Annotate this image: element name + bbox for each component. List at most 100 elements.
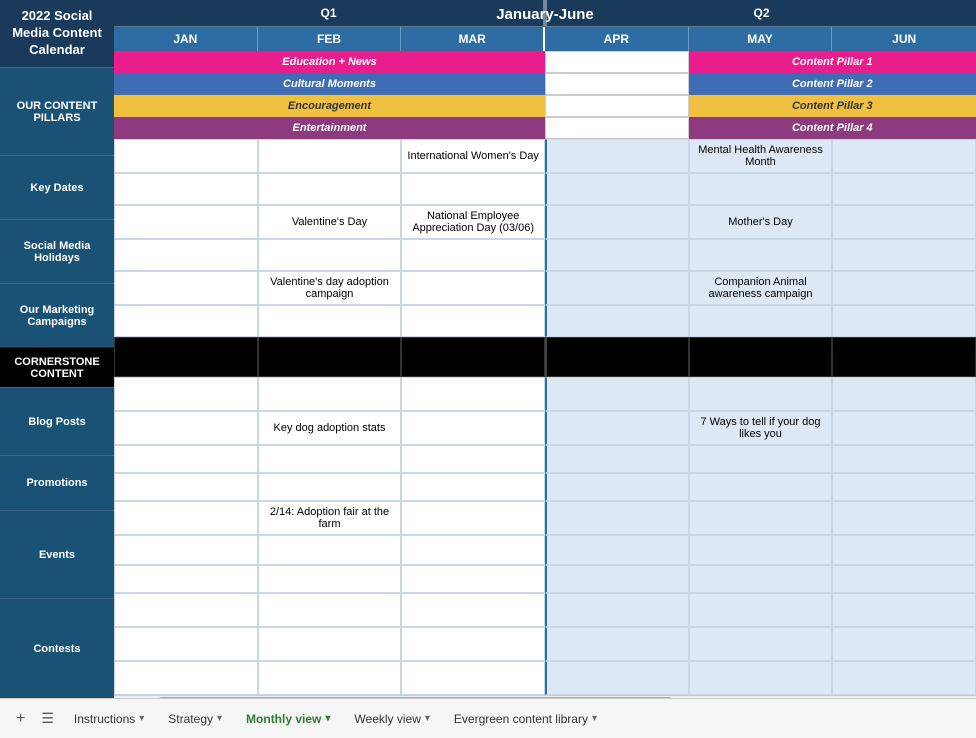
ct-jan-2 bbox=[114, 627, 258, 661]
blog-may-1 bbox=[689, 377, 833, 411]
ev-feb-3 bbox=[258, 565, 402, 593]
pillar-row-3: Encouragement Content Pillar 3 bbox=[114, 95, 976, 117]
app-container: 2022 Social Media Content Calendar OUR C… bbox=[0, 0, 976, 738]
ev-mar-3 bbox=[401, 565, 545, 593]
tab-instructions-chevron: ▾ bbox=[139, 713, 144, 724]
kd-may-2 bbox=[689, 173, 833, 205]
cs-feb bbox=[258, 337, 402, 377]
scrollbar-area[interactable] bbox=[114, 695, 976, 698]
tab-instructions[interactable]: Instructions ▾ bbox=[62, 706, 156, 732]
ev-mar-1 bbox=[401, 501, 545, 535]
kd-jun-2 bbox=[832, 173, 976, 205]
marketing-row-1: Valentine's day adoption campaign Compan… bbox=[114, 271, 976, 305]
kd-feb-1 bbox=[258, 139, 402, 173]
social-row-1: Valentine's Day National Employee Apprec… bbox=[114, 205, 976, 239]
ev-jan-2 bbox=[114, 535, 258, 565]
marketing-row-2 bbox=[114, 305, 976, 337]
sidebar-events-label: Events bbox=[0, 510, 114, 598]
ct-jan-1 bbox=[114, 593, 258, 627]
sh-jun-2 bbox=[832, 239, 976, 271]
ct-feb-3 bbox=[258, 661, 402, 695]
tab-monthly-view[interactable]: Monthly view ▾ bbox=[234, 706, 342, 732]
contests-row-3 bbox=[114, 661, 976, 695]
promo-feb-2 bbox=[258, 473, 402, 501]
ct-jun-2 bbox=[832, 627, 976, 661]
blog-row-1 bbox=[114, 377, 976, 411]
pillar2-q1-label: Cultural Moments bbox=[114, 73, 545, 95]
pillar4-apr-gap bbox=[545, 117, 689, 139]
tab-bar: + ☰ Instructions ▾ Strategy ▾ Monthly vi… bbox=[0, 698, 976, 738]
pillar-row-2: Cultural Moments Content Pillar 2 bbox=[114, 73, 976, 95]
blog-may-2: 7 Ways to tell if your dog likes you bbox=[689, 411, 833, 445]
month-mar: MAR bbox=[401, 27, 545, 51]
tab-weekly-view[interactable]: Weekly view ▾ bbox=[342, 706, 442, 732]
sidebar-cornerstone-label: CORNERSTONE CONTENT bbox=[0, 347, 114, 387]
ev-jun-3 bbox=[832, 565, 976, 593]
cs-apr bbox=[545, 337, 689, 377]
ct-mar-2 bbox=[401, 627, 545, 661]
promo-apr-2 bbox=[545, 473, 689, 501]
sh-mar-1: National Employee Appreciation Day (03/0… bbox=[401, 205, 545, 239]
ct-may-1 bbox=[689, 593, 833, 627]
kd-mar-1: International Women's Day bbox=[401, 139, 545, 173]
promo-mar-2 bbox=[401, 473, 545, 501]
grid-area: Q1January-JuneQ2 JAN FEB MAR APR MAY JUN… bbox=[114, 0, 976, 698]
sidebar-marketing-label: Our Marketing Campaigns bbox=[0, 283, 114, 347]
promo-jan-1 bbox=[114, 445, 258, 473]
blog-mar-1 bbox=[401, 377, 545, 411]
ct-feb-2 bbox=[258, 627, 402, 661]
mkt-may-2 bbox=[689, 305, 833, 337]
cs-may bbox=[689, 337, 833, 377]
sh-feb-2 bbox=[258, 239, 402, 271]
blog-jun-1 bbox=[832, 377, 976, 411]
promo-jun-2 bbox=[832, 473, 976, 501]
mkt-jan-1 bbox=[114, 271, 258, 305]
pillar-row-4: Entertainment Content Pillar 4 bbox=[114, 117, 976, 139]
kd-jan-1 bbox=[114, 139, 258, 173]
pillar1-q1-label: Education + News bbox=[114, 51, 545, 73]
events-row-3 bbox=[114, 565, 976, 593]
pillar3-q1-label: Encouragement bbox=[114, 95, 545, 117]
kd-jan-2 bbox=[114, 173, 258, 205]
ct-jun-1 bbox=[832, 593, 976, 627]
pillar4-q1-label: Entertainment bbox=[114, 117, 545, 139]
blog-feb-2: Key dog adoption stats bbox=[258, 411, 402, 445]
events-row-1: 2/14: Adoption fair at the farm bbox=[114, 501, 976, 535]
promo-feb-1 bbox=[258, 445, 402, 473]
cs-jun bbox=[832, 337, 976, 377]
mkt-apr-2 bbox=[545, 305, 689, 337]
blog-mar-2 bbox=[401, 411, 545, 445]
blog-jan-2 bbox=[114, 411, 258, 445]
sh-mar-2 bbox=[401, 239, 545, 271]
sheets-menu-button[interactable]: ☰ bbox=[33, 710, 62, 727]
promo-row-2 bbox=[114, 473, 976, 501]
sh-jan-2 bbox=[114, 239, 258, 271]
kd-may-1: Mental Health Awareness Month bbox=[689, 139, 833, 173]
q1-period-label: Q1 bbox=[114, 0, 545, 26]
add-sheet-button[interactable]: + bbox=[8, 710, 33, 728]
contests-row-2 bbox=[114, 627, 976, 661]
period-header-row: Q1January-JuneQ2 bbox=[114, 0, 976, 27]
tab-strategy[interactable]: Strategy ▾ bbox=[156, 706, 234, 732]
promo-jun-1 bbox=[832, 445, 976, 473]
sidebar-promotions-label: Promotions bbox=[0, 455, 114, 510]
key-dates-row-1: International Women's Day Mental Health … bbox=[114, 139, 976, 173]
mkt-mar-2 bbox=[401, 305, 545, 337]
blog-jun-2 bbox=[832, 411, 976, 445]
sh-may-2 bbox=[689, 239, 833, 271]
ev-may-1 bbox=[689, 501, 833, 535]
pillar3-q2-label: Content Pillar 3 bbox=[689, 95, 976, 117]
month-jun: JUN bbox=[832, 27, 976, 51]
month-header-row: JAN FEB MAR APR MAY JUN bbox=[114, 27, 976, 51]
ct-mar-3 bbox=[401, 661, 545, 695]
tab-monthly-view-chevron: ▾ bbox=[325, 713, 330, 724]
kd-apr-2 bbox=[545, 173, 689, 205]
promo-may-2 bbox=[689, 473, 833, 501]
pillar1-apr-gap bbox=[545, 51, 689, 73]
kd-apr-1 bbox=[545, 139, 689, 173]
mkt-feb-2 bbox=[258, 305, 402, 337]
tab-evergreen[interactable]: Evergreen content library ▾ bbox=[442, 706, 609, 732]
cs-mar bbox=[401, 337, 545, 377]
ev-jun-2 bbox=[832, 535, 976, 565]
scrollbar-thumb[interactable] bbox=[157, 697, 674, 698]
